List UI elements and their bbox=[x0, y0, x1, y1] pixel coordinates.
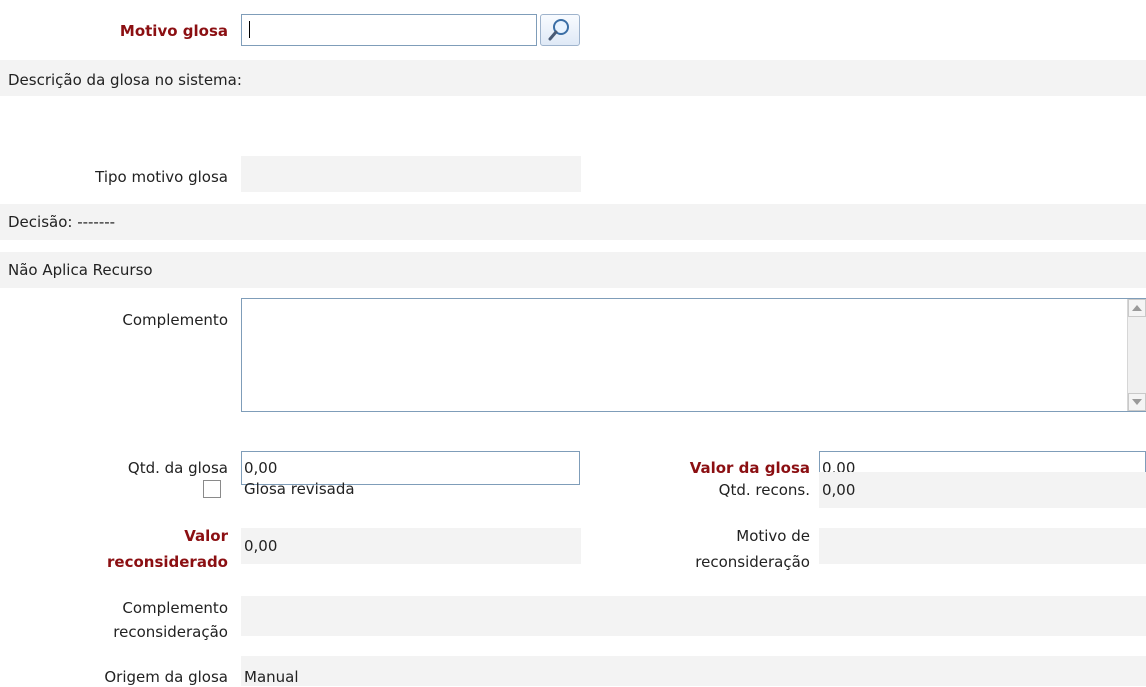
complemento-label: Complemento bbox=[122, 311, 228, 329]
glosa-revisada-label: Glosa revisada bbox=[244, 480, 355, 498]
search-button[interactable] bbox=[540, 14, 580, 46]
qtd-recons-label: Qtd. recons. bbox=[718, 481, 810, 499]
text-caret bbox=[249, 21, 250, 38]
arrow-up-icon bbox=[1132, 305, 1142, 311]
complemento-reconsideracao-label-line1: Complemento bbox=[122, 599, 228, 617]
valor-reconsiderado-value-bg bbox=[241, 528, 581, 564]
origem-glosa-value-bg bbox=[241, 656, 1146, 686]
origem-glosa-label: Origem da glosa bbox=[104, 668, 228, 686]
valor-reconsiderado-label-line1: Valor bbox=[184, 527, 228, 545]
scroll-down-button[interactable] bbox=[1128, 393, 1146, 411]
origem-glosa-value: Manual bbox=[244, 668, 299, 686]
valor-reconsiderado-label-line2: reconsiderado bbox=[107, 553, 228, 571]
glosa-revisada-checkbox[interactable] bbox=[203, 480, 221, 498]
complemento-textarea[interactable] bbox=[241, 298, 1146, 412]
nao-aplica-strip bbox=[0, 252, 1146, 288]
motivo-reconsideracao-label-line2: reconsideração bbox=[695, 553, 810, 571]
motivo-reconsideracao-label-line1: Motivo de bbox=[736, 527, 810, 545]
nao-aplica-label: Não Aplica Recurso bbox=[8, 261, 153, 279]
qtd-glosa-label: Qtd. da glosa bbox=[127, 459, 228, 477]
tipo-motivo-label: Tipo motivo glosa bbox=[95, 168, 228, 186]
magnifier-icon bbox=[548, 19, 569, 41]
descricao-label: Descrição da glosa no sistema: bbox=[8, 71, 242, 89]
complemento-scrollbar[interactable] bbox=[1127, 299, 1146, 411]
valor-reconsiderado-value: 0,00 bbox=[244, 537, 278, 555]
complemento-reconsideracao-value bbox=[241, 596, 1146, 636]
scroll-up-button[interactable] bbox=[1128, 299, 1146, 317]
motivo-glosa-input[interactable] bbox=[241, 14, 537, 46]
valor-glosa-label: Valor da glosa bbox=[689, 459, 810, 477]
tipo-motivo-value bbox=[241, 156, 581, 192]
decisao-label: Decisão: ------- bbox=[8, 213, 116, 231]
arrow-down-icon bbox=[1132, 399, 1142, 405]
qtd-recons-value: 0,00 bbox=[822, 481, 856, 499]
complemento-reconsideracao-label-line2: reconsideração bbox=[113, 623, 228, 641]
qtd-recons-value-bg bbox=[819, 472, 1146, 508]
motivo-glosa-label: Motivo glosa bbox=[119, 22, 228, 40]
decisao-strip bbox=[0, 204, 1146, 240]
motivo-reconsideracao-value bbox=[819, 528, 1146, 564]
